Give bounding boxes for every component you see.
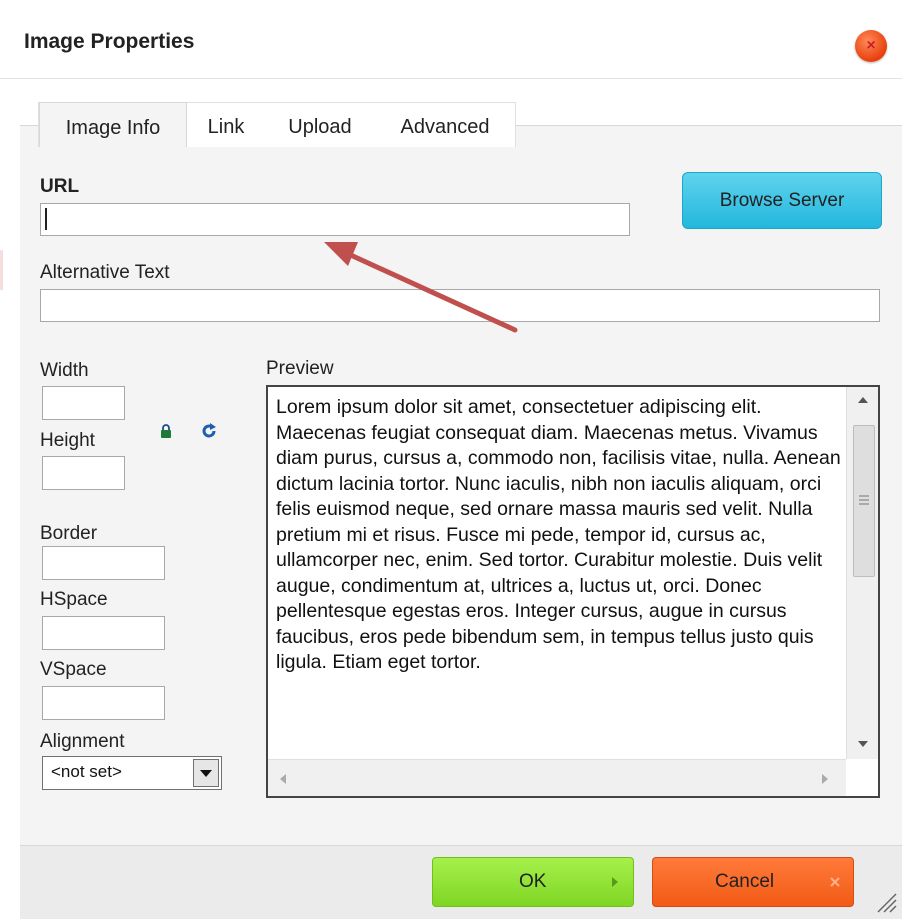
lock-icon[interactable]: [160, 424, 172, 438]
scroll-up-icon[interactable]: [857, 395, 869, 405]
close-button[interactable]: ×: [855, 30, 887, 62]
tab-label: Image Info: [65, 117, 161, 139]
width-input[interactable]: [42, 386, 125, 420]
hspace-input[interactable]: [42, 616, 165, 650]
ok-button-label: OK: [519, 871, 547, 892]
horizontal-scrollbar[interactable]: [268, 759, 846, 796]
text-caret: [45, 208, 47, 230]
scroll-down-icon[interactable]: [857, 739, 869, 749]
annotation-arrow: [324, 242, 518, 333]
arrow-right-icon: [612, 877, 618, 887]
background-edge: [0, 250, 3, 290]
dialog-title: Image Properties: [24, 30, 195, 53]
dropdown-arrow-button[interactable]: [193, 759, 219, 787]
alignment-value: <not set>: [51, 762, 122, 781]
hspace-label: HSpace: [40, 589, 108, 610]
vspace-input[interactable]: [42, 686, 165, 720]
alignment-label: Alignment: [40, 731, 125, 752]
preview-label: Preview: [266, 358, 334, 379]
height-input[interactable]: [42, 456, 125, 490]
alignment-select[interactable]: <not set>: [42, 756, 222, 790]
tab-advanced[interactable]: Advanced: [382, 102, 508, 146]
vspace-label: VSpace: [40, 659, 107, 680]
grip-icon: [859, 495, 869, 505]
scroll-left-icon[interactable]: [278, 773, 288, 785]
close-icon[interactable]: ×: [855, 30, 887, 62]
browse-server-button[interactable]: Browse Server: [682, 172, 882, 229]
ok-button[interactable]: OK: [432, 857, 634, 907]
preview-text: Lorem ipsum dolor sit amet, consectetuer…: [276, 396, 841, 673]
tab-label: Link: [207, 116, 245, 138]
tab-upload[interactable]: Upload: [268, 102, 372, 146]
tab-image-info[interactable]: Image Info: [39, 102, 187, 147]
height-label: Height: [40, 430, 95, 451]
scrollbar-thumb[interactable]: [853, 425, 875, 577]
reset-size-icon[interactable]: [200, 422, 218, 440]
dialog-titlebar[interactable]: Image Properties ×: [0, 0, 902, 79]
border-label: Border: [40, 523, 98, 544]
chevron-down-icon: [200, 770, 212, 777]
alt-text-label: Alternative Text: [40, 262, 170, 283]
url-label: URL: [40, 176, 80, 197]
tab-label: Upload: [288, 116, 352, 138]
x-icon: [830, 877, 840, 887]
border-input[interactable]: [42, 546, 165, 580]
resize-grip-icon[interactable]: [874, 890, 898, 914]
tab-link[interactable]: Link: [194, 102, 258, 146]
vertical-scrollbar[interactable]: [846, 387, 878, 759]
scroll-right-icon[interactable]: [820, 773, 830, 785]
cancel-button[interactable]: Cancel: [652, 857, 854, 907]
width-label: Width: [40, 360, 89, 381]
tab-label: Advanced: [400, 116, 490, 138]
cancel-button-label: Cancel: [715, 871, 775, 892]
preview-panel[interactable]: Lorem ipsum dolor sit amet, consectetuer…: [266, 385, 880, 798]
